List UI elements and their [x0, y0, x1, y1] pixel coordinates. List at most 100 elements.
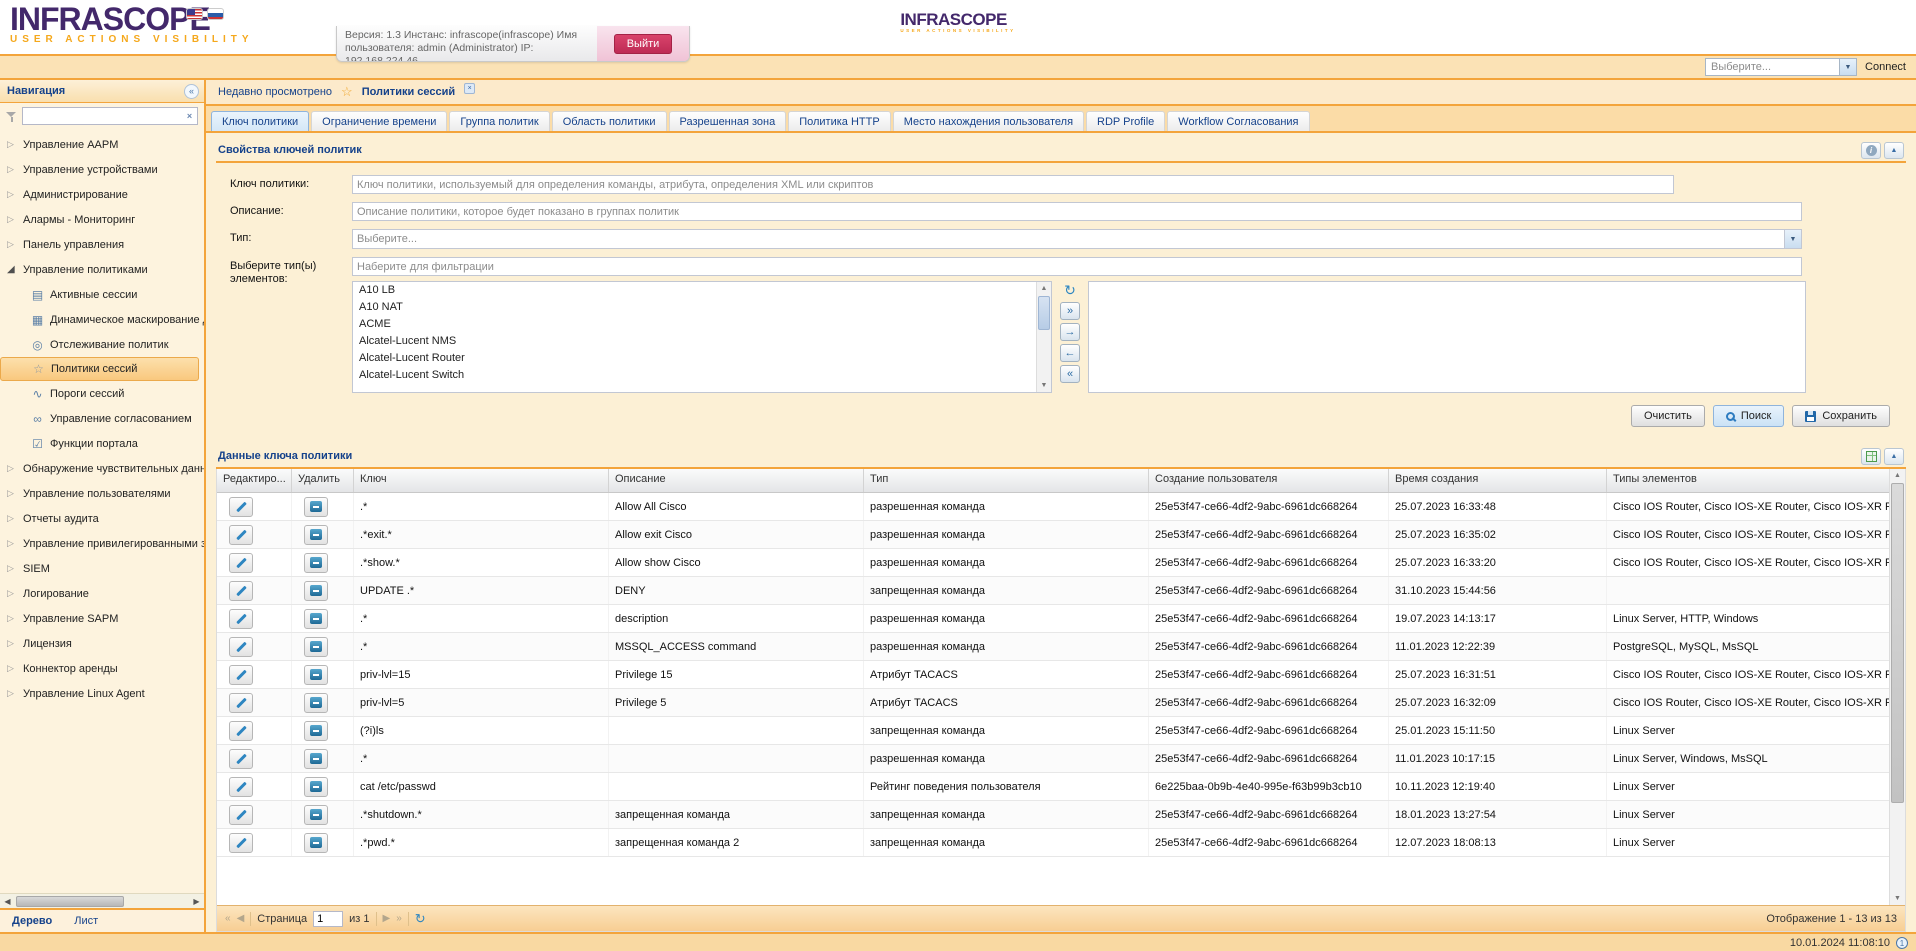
policy-key-input[interactable]	[352, 175, 1674, 194]
table-scrollbar[interactable]: ▲ ▼	[1889, 469, 1905, 905]
close-tab-icon[interactable]: ×	[464, 82, 476, 94]
tab[interactable]: Политика HTTP	[788, 111, 891, 131]
element-filter-input[interactable]	[352, 257, 1802, 276]
sidebar-item[interactable]: ▷ Управление устройствами	[0, 157, 204, 182]
expand-node-icon[interactable]: ▷	[7, 588, 18, 599]
edit-row-button[interactable]	[229, 832, 253, 853]
flag-us-icon[interactable]	[186, 8, 203, 20]
collapse-node-icon[interactable]: ◢	[7, 264, 18, 275]
connect-select[interactable]: Выберите... ▼	[1705, 58, 1858, 76]
expand-node-icon[interactable]: ▷	[7, 214, 18, 225]
sidebar-item[interactable]: ◢ Управление политиками	[0, 257, 204, 282]
scrollbar-thumb[interactable]	[16, 895, 124, 907]
column-header[interactable]: Редактиро...	[217, 469, 292, 492]
delete-row-button[interactable]	[304, 524, 328, 545]
sidebar-item[interactable]: ▦ Динамическое маскирование да	[0, 307, 204, 332]
column-header[interactable]: Время создания	[1389, 469, 1607, 492]
connect-label[interactable]: Connect	[1865, 61, 1906, 73]
expand-node-icon[interactable]: ▷	[7, 513, 18, 524]
sidebar-item[interactable]: ☑ Функции портала	[0, 431, 204, 456]
tab[interactable]: Место нахождения пользователя	[892, 111, 1085, 131]
edit-row-button[interactable]	[229, 524, 253, 545]
list-scrollbar[interactable]: ▲ ▼	[1036, 282, 1051, 392]
move-all-right-button[interactable]: »	[1060, 302, 1080, 320]
expand-node-icon[interactable]: ▷	[7, 563, 18, 574]
sidebar-item[interactable]: ▷ Алармы - Мониторинг	[0, 207, 204, 232]
column-header[interactable]: Тип	[864, 469, 1149, 492]
list-item[interactable]: A10 LB	[353, 282, 1035, 299]
edit-row-button[interactable]	[229, 804, 253, 825]
edit-row-button[interactable]	[229, 692, 253, 713]
column-header[interactable]: Ключ	[354, 469, 609, 492]
delete-row-button[interactable]	[304, 552, 328, 573]
sidebar-item[interactable]: ▷ Панель управления	[0, 232, 204, 257]
logout-button[interactable]: Выйти	[613, 33, 673, 54]
tree-filter-input[interactable]	[23, 109, 182, 123]
expand-node-icon[interactable]: ▷	[7, 164, 18, 175]
sidebar-item[interactable]: ▷ Отчеты аудита	[0, 506, 204, 531]
scrollbar-thumb[interactable]	[1038, 296, 1050, 330]
scroll-down-icon[interactable]: ▼	[1037, 379, 1051, 392]
scroll-up-icon[interactable]: ▲	[1037, 282, 1051, 295]
chevron-down-icon[interactable]: ▼	[1839, 59, 1857, 75]
edit-row-button[interactable]	[229, 748, 253, 769]
scroll-right-icon[interactable]: ▶	[189, 897, 204, 906]
collapse-sidebar-button[interactable]: «	[184, 83, 199, 99]
tab[interactable]: Ограничение времени	[311, 111, 448, 131]
list-item[interactable]: Alcatel-Lucent Router	[353, 350, 1035, 367]
sidebar-item[interactable]: ▷ Управление привилегированными зада	[0, 531, 204, 556]
sidebar-item[interactable]: ▷ Управление пользователями	[0, 481, 204, 506]
expand-node-icon[interactable]: ▷	[7, 613, 18, 624]
scroll-down-icon[interactable]: ▼	[1890, 892, 1905, 905]
next-page-icon[interactable]: ▶	[383, 913, 391, 924]
list-item[interactable]: ACME	[353, 316, 1035, 333]
delete-row-button[interactable]	[304, 692, 328, 713]
edit-row-button[interactable]	[229, 580, 253, 601]
expand-node-icon[interactable]: ▷	[7, 239, 18, 250]
sidebar-horizontal-scrollbar[interactable]: ◀ ▶	[0, 893, 204, 908]
scroll-up-icon[interactable]: ▲	[1890, 469, 1905, 482]
delete-row-button[interactable]	[304, 580, 328, 601]
breadcrumb-current[interactable]: Политики сессий	[362, 86, 455, 98]
panel-info-button[interactable]: i	[1861, 141, 1881, 159]
sidebar-item[interactable]: ◎ Отслеживание политик	[0, 332, 204, 357]
panel-collapse-button[interactable]: ▲	[1884, 141, 1904, 159]
sidebar-item[interactable]: ∞ Управление согласованием	[0, 406, 204, 431]
list-item[interactable]: Alcatel-Lucent Switch	[353, 367, 1035, 384]
delete-row-button[interactable]	[304, 804, 328, 825]
scrollbar-track[interactable]	[1037, 295, 1051, 379]
sidebar-item[interactable]: ▷ Управление Linux Agent	[0, 681, 204, 706]
last-page-icon[interactable]: »	[396, 913, 402, 924]
tab[interactable]: Область политики	[551, 111, 667, 131]
edit-row-button[interactable]	[229, 776, 253, 797]
list-item[interactable]: Alcatel-Lucent NMS	[353, 333, 1035, 350]
description-input[interactable]	[352, 202, 1802, 221]
sidebar-view-tab[interactable]: Лист	[74, 915, 98, 927]
expand-node-icon[interactable]: ▷	[7, 189, 18, 200]
type-select[interactable]: Выберите... ▼	[352, 229, 1802, 249]
column-header[interactable]: Типы элементов	[1607, 469, 1889, 492]
column-header[interactable]: Создание пользователя	[1149, 469, 1389, 492]
edit-row-button[interactable]	[229, 608, 253, 629]
expand-node-icon[interactable]: ▷	[7, 663, 18, 674]
chevron-down-icon[interactable]: ▼	[1784, 230, 1801, 248]
expand-node-icon[interactable]: ▷	[7, 463, 18, 474]
scrollbar-thumb[interactable]	[1891, 483, 1904, 803]
expand-node-icon[interactable]: ▷	[7, 139, 18, 150]
sidebar-item[interactable]: ▷ Логирование	[0, 581, 204, 606]
expand-node-icon[interactable]: ▷	[7, 538, 18, 549]
edit-row-button[interactable]	[229, 664, 253, 685]
sidebar-item[interactable]: ▷ SIEM	[0, 556, 204, 581]
breadcrumb-recent[interactable]: Недавно просмотрено	[218, 86, 332, 98]
column-header[interactable]: Удалить	[292, 469, 354, 492]
sidebar-item[interactable]: ▷ Лицензия	[0, 631, 204, 656]
expand-node-icon[interactable]: ▷	[7, 488, 18, 499]
delete-row-button[interactable]	[304, 664, 328, 685]
save-button[interactable]: Сохранить	[1792, 405, 1890, 427]
flag-ru-icon[interactable]	[207, 8, 224, 20]
expand-node-icon[interactable]: ▷	[7, 688, 18, 699]
edit-row-button[interactable]	[229, 720, 253, 741]
sidebar-item[interactable]: ▷ Управление AAPM	[0, 132, 204, 157]
sidebar-item[interactable]: ∿ Пороги сессий	[0, 381, 204, 406]
expand-node-icon[interactable]: ▷	[7, 638, 18, 649]
